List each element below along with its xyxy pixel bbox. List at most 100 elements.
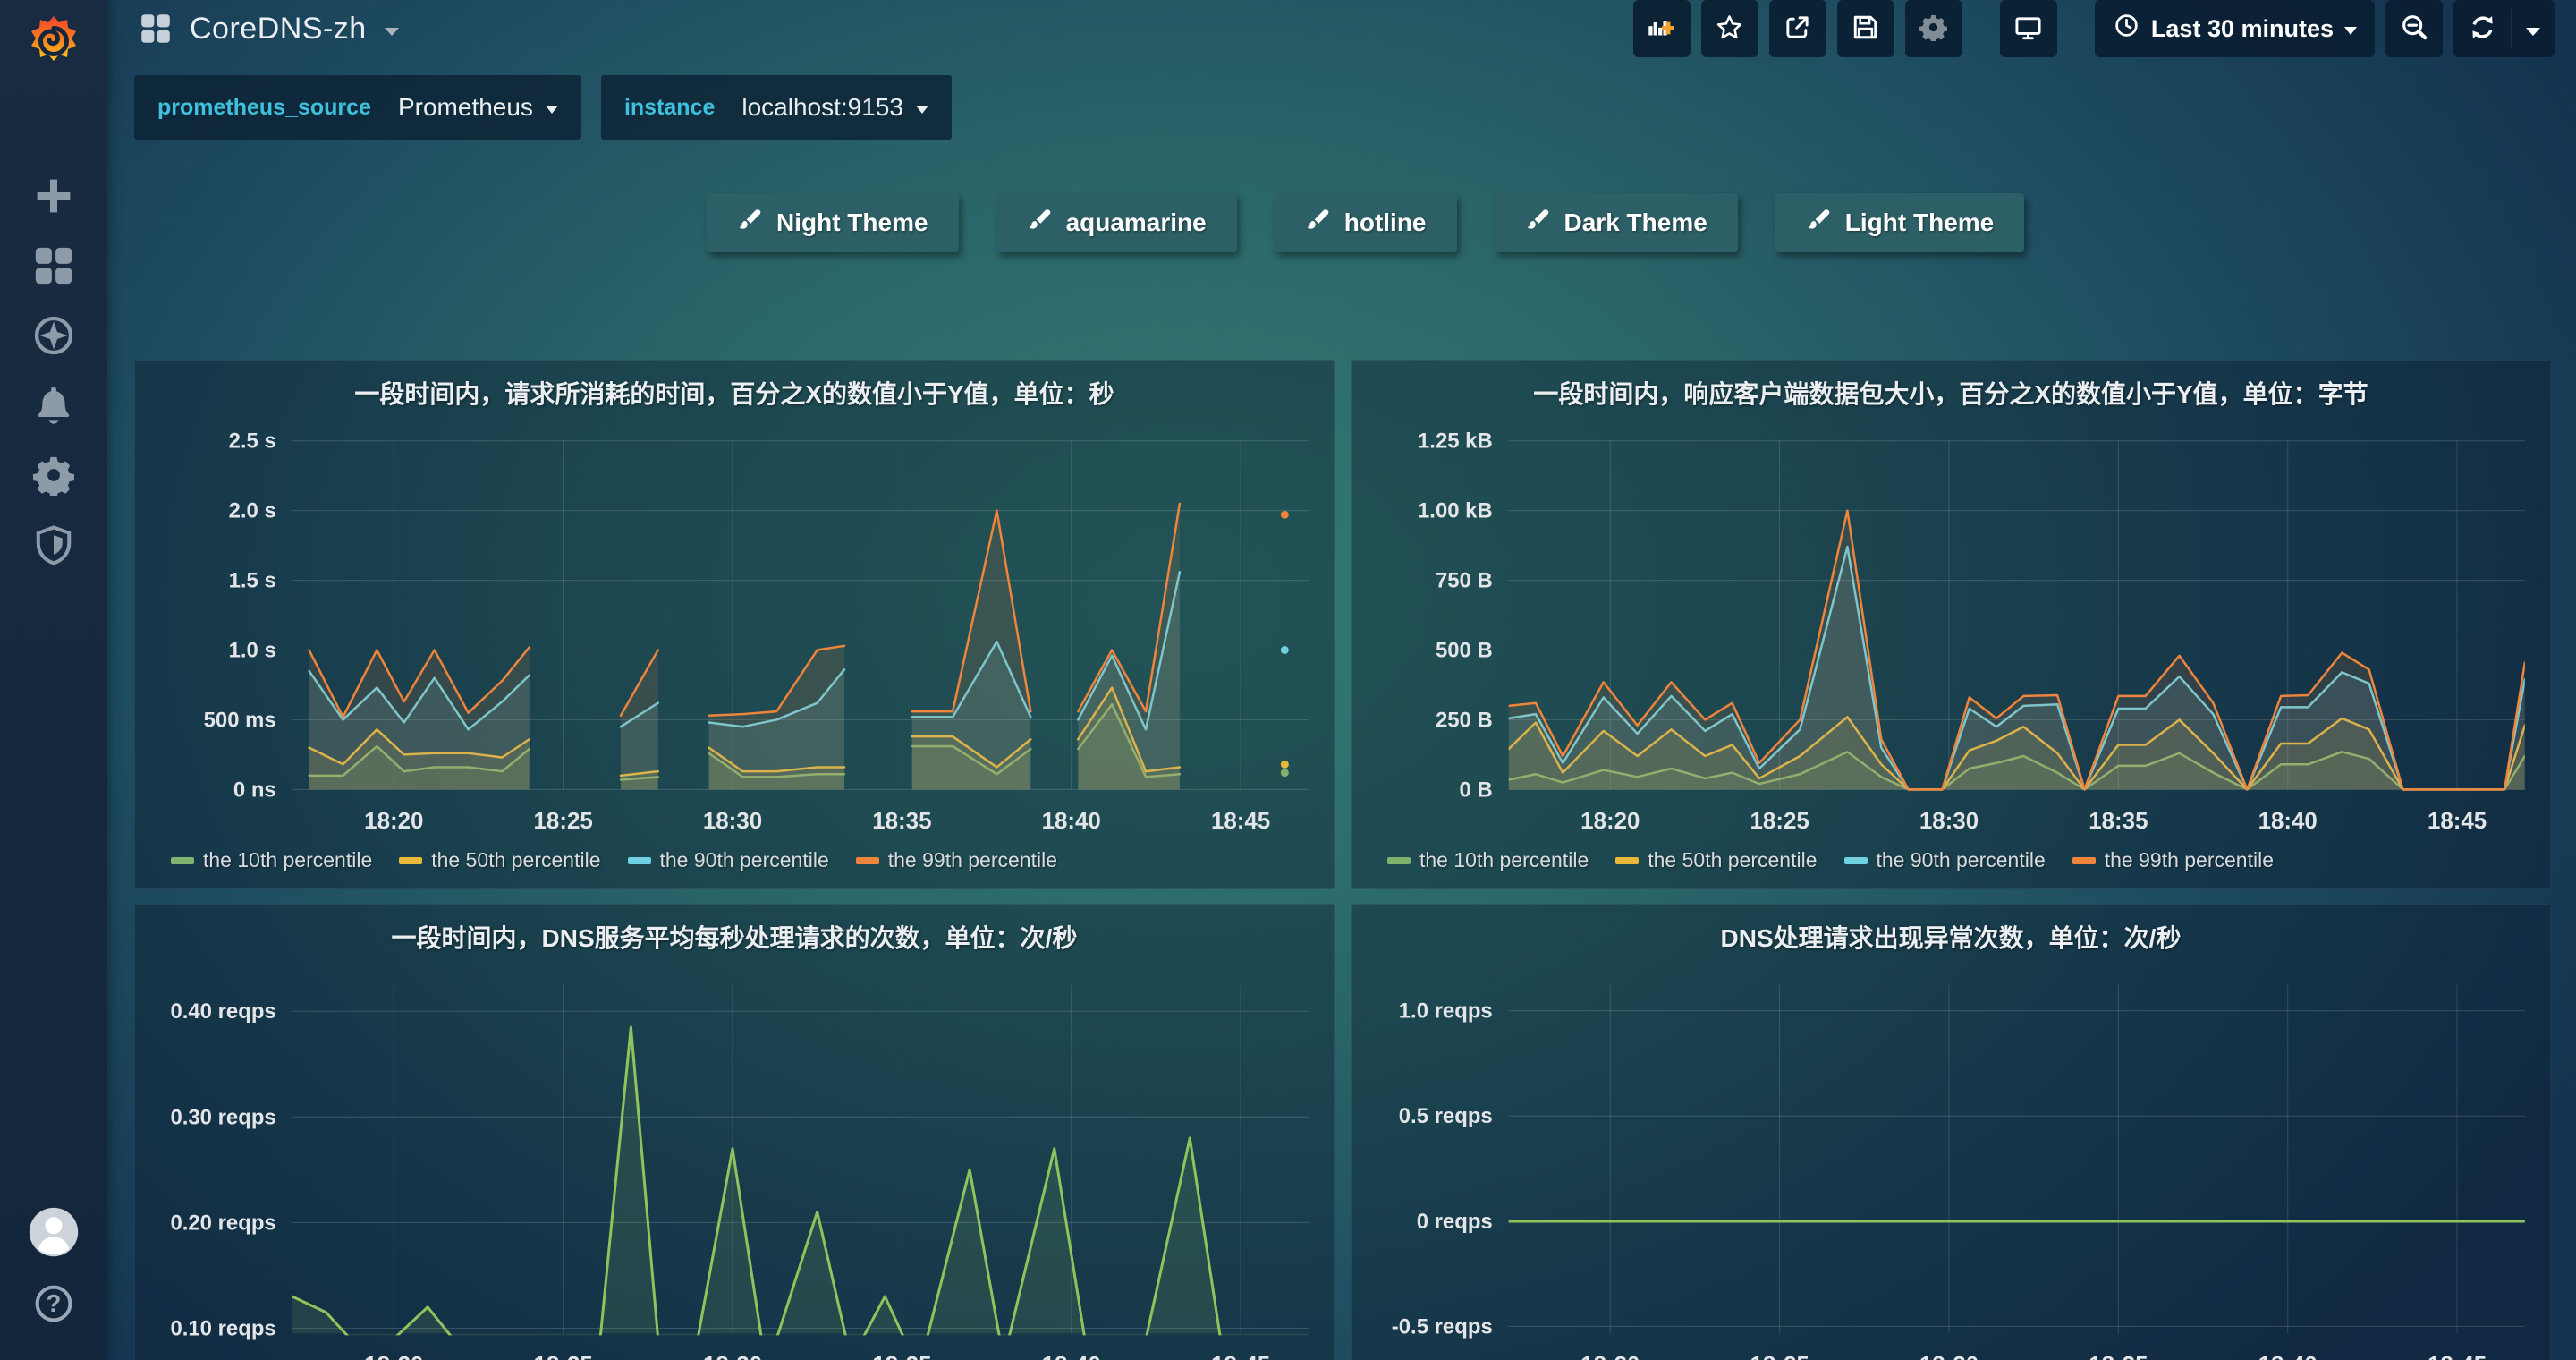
zoom-out-button[interactable] (2385, 0, 2443, 57)
bell-icon (33, 414, 74, 429)
variable-label: instance (624, 95, 715, 121)
panel-title[interactable]: 一段时间内，DNS服务平均每秒处理请求的次数，单位：次/秒 (135, 919, 1334, 955)
svg-text:18:35: 18:35 (2089, 809, 2148, 834)
theme-button-hotline[interactable]: hotline (1275, 193, 1457, 252)
sidebar-item-dashboards[interactable] (33, 245, 74, 286)
sidebar-item-create[interactable] (33, 175, 74, 217)
legend-item[interactable]: the 90th percentile (1844, 848, 2046, 872)
legend-color-chip (856, 857, 879, 864)
sidebar-item-alerting[interactable] (33, 385, 74, 426)
panel-request-duration: 0 ns500 ms1.0 s1.5 s2.0 s2.5 s18:2018:25… (134, 360, 1335, 889)
sidebar-item-explore[interactable] (33, 315, 74, 356)
dashboard-settings-button[interactable] (1905, 0, 1962, 57)
user-avatar[interactable] (28, 1206, 80, 1258)
svg-text:0 B: 0 B (1460, 778, 1493, 802)
share-button[interactable] (1769, 0, 1826, 57)
variable-prometheus-source[interactable]: prometheus_source Prometheus (134, 75, 581, 140)
svg-text:18:20: 18:20 (364, 809, 423, 834)
svg-text:2.5 s: 2.5 s (229, 429, 276, 454)
time-range-label: Last 30 minutes (2151, 15, 2334, 43)
panel-title[interactable]: 一段时间内，响应客户端数据包大小，百分之X的数值小于Y值，单位：字节 (1352, 375, 2550, 411)
svg-text:18:45: 18:45 (2428, 1353, 2487, 1360)
svg-text:250 B: 250 B (1436, 708, 1493, 732)
chevron-down-icon (546, 106, 558, 114)
svg-text:0.30 reqps: 0.30 reqps (170, 1105, 275, 1129)
gear-icon (33, 484, 74, 499)
legend-label: the 99th percentile (888, 848, 1057, 872)
theme-button-label: Night Theme (776, 208, 928, 237)
legend-item[interactable]: the 99th percentile (2072, 848, 2274, 872)
time-range-picker[interactable]: Last 30 minutes (2095, 0, 2375, 57)
legend-item[interactable]: the 10th percentile (171, 848, 372, 872)
variable-instance[interactable]: instance localhost:9153 (601, 75, 952, 140)
chart-legend: the 10th percentile the 50th percentile th… (1387, 848, 2274, 872)
panel-response-size: 0 B250 B500 B750 B1.00 kB1.25 kB18:2018:… (1351, 360, 2551, 889)
chevron-down-icon (385, 28, 399, 36)
refresh-group (2453, 0, 2555, 57)
theme-links-row: Night Theme aquamarine hotline Dark Them… (107, 140, 2576, 252)
svg-text:18:40: 18:40 (1042, 1353, 1101, 1360)
variable-label: prometheus_source (157, 95, 371, 121)
refresh-button[interactable] (2453, 0, 2511, 57)
grafana-logo[interactable] (25, 13, 82, 70)
svg-text:18:30: 18:30 (1919, 809, 1979, 834)
theme-button-aquamarine[interactable]: aquamarine (996, 193, 1237, 252)
dashboard-title-button[interactable]: CoreDNS-zh (140, 12, 399, 47)
theme-button-dark[interactable]: Dark Theme (1495, 193, 1738, 252)
timeseries-chart: 0 ns500 ms1.0 s1.5 s2.0 s2.5 s18:2018:25… (135, 361, 1334, 888)
svg-text:1.0 s: 1.0 s (229, 638, 276, 662)
save-button[interactable] (1837, 0, 1894, 57)
shield-icon (33, 554, 74, 569)
legend-label: the 90th percentile (660, 848, 829, 872)
variable-value: localhost:9153 (741, 93, 903, 122)
legend-item[interactable]: the 90th percentile (628, 848, 829, 872)
refresh-interval-dropdown[interactable] (2512, 0, 2555, 57)
svg-text:1.00 kB: 1.00 kB (1418, 499, 1493, 523)
grafana-dashboard: { "header": { "dashboard_title": "CoreDN… (0, 0, 2576, 1360)
legend-label: the 99th percentile (2105, 848, 2274, 872)
add-panel-button[interactable] (1633, 0, 1690, 57)
sidebar-item-configuration[interactable] (33, 455, 74, 496)
panel-requests-per-second: 0.10 reqps0.20 reqps0.30 reqps0.40 reqps… (134, 904, 1335, 1360)
brush-icon (1806, 208, 1831, 239)
theme-button-label: aquamarine (1066, 208, 1207, 237)
page-title: CoreDNS-zh (190, 12, 367, 47)
theme-button-light[interactable]: Light Theme (1775, 193, 2024, 252)
theme-button-label: Dark Theme (1564, 208, 1707, 237)
legend-item[interactable]: the 50th percentile (1615, 848, 1817, 872)
save-icon (1852, 13, 1879, 44)
svg-text:18:35: 18:35 (2089, 1353, 2148, 1360)
help-button[interactable]: ? (33, 1283, 74, 1324)
panel-title[interactable]: DNS处理请求出现异常次数，单位：次/秒 (1352, 919, 2550, 955)
star-icon (1716, 13, 1743, 44)
theme-button-label: Light Theme (1845, 208, 1994, 237)
brush-icon (1027, 208, 1052, 239)
legend-item[interactable]: the 50th percentile (399, 848, 600, 872)
submenu-variables: prometheus_source Prometheus instance lo… (107, 57, 2576, 140)
svg-text:18:35: 18:35 (872, 1353, 931, 1360)
legend-item[interactable]: the 10th percentile (1387, 848, 1589, 872)
svg-text:0 reqps: 0 reqps (1417, 1210, 1493, 1234)
theme-button-night[interactable]: Night Theme (707, 193, 959, 252)
sidebar-item-server-admin[interactable] (33, 524, 74, 565)
legend-label: the 10th percentile (203, 848, 372, 872)
legend-color-chip (1615, 857, 1639, 864)
timeseries-chart: 0.10 reqps0.20 reqps0.30 reqps0.40 reqps… (135, 905, 1334, 1360)
favorite-button[interactable] (1701, 0, 1758, 57)
panel-title[interactable]: 一段时间内，请求所消耗的时间，百分之X的数值小于Y值，单位：秒 (135, 375, 1334, 411)
legend-label: the 90th percentile (1877, 848, 2046, 872)
svg-text:18:45: 18:45 (2428, 809, 2487, 834)
brush-icon (1305, 208, 1330, 239)
svg-text:18:30: 18:30 (1919, 1353, 1979, 1360)
cycle-view-mode-button[interactable] (2000, 0, 2057, 57)
theme-button-label: hotline (1344, 208, 1427, 237)
tv-icon (2014, 13, 2042, 44)
legend-color-chip (628, 857, 651, 864)
legend-item[interactable]: the 99th percentile (856, 848, 1057, 872)
timeseries-chart: 0 B250 B500 B750 B1.00 kB1.25 kB18:2018:… (1352, 361, 2550, 888)
svg-text:18:35: 18:35 (872, 809, 931, 834)
svg-text:0 ns: 0 ns (233, 778, 276, 802)
chevron-down-icon (916, 106, 928, 114)
sidebar: ? (0, 0, 107, 1360)
navbar: CoreDNS-zh (107, 0, 2576, 57)
